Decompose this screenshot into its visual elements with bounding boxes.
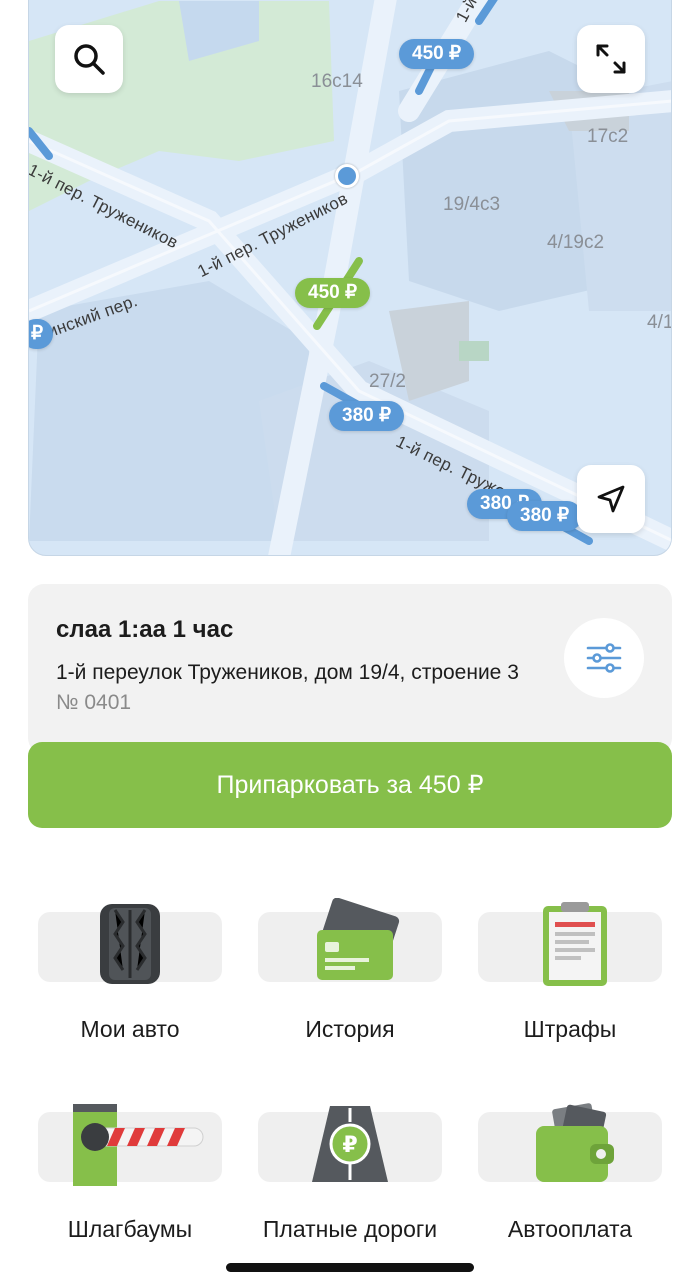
expand-icon bbox=[596, 44, 626, 74]
parking-info-card[interactable]: слаа 1:аа 1 час 1-й переулок Тружеников,… bbox=[28, 584, 672, 754]
price-marker-selected[interactable]: 450 ₽ bbox=[295, 278, 371, 308]
svg-text:₽: ₽ bbox=[342, 1133, 357, 1158]
tile-label: Мои авто bbox=[80, 1016, 180, 1042]
location-arrow-icon bbox=[597, 485, 625, 513]
tire-icon bbox=[100, 904, 160, 984]
parking-duration-title: слаа 1:аа 1 час bbox=[56, 616, 234, 643]
building-label: 17с2 bbox=[587, 126, 629, 147]
tile-label: Шлагбаумы bbox=[67, 1216, 193, 1242]
tile-label: Штрафы bbox=[523, 1016, 617, 1042]
tile-label: Платные дороги bbox=[262, 1216, 438, 1242]
building-label: 16с14 bbox=[311, 71, 363, 92]
clipboard-icon bbox=[543, 902, 607, 986]
search-icon bbox=[74, 44, 105, 75]
parking-address: 1-й переулок Тружеников, дом 19/4, строе… bbox=[56, 658, 536, 718]
home-indicator[interactable] bbox=[226, 1263, 474, 1272]
wallet-icon bbox=[536, 1103, 614, 1182]
building-label: 4/1 bbox=[647, 312, 672, 333]
parking-map[interactable]: 1-й пер. Тружеников 1-й пер. Тружеников … bbox=[28, 0, 672, 556]
park-button[interactable]: Припарковать за 450 ₽ bbox=[28, 742, 672, 828]
settings-button[interactable] bbox=[564, 618, 644, 698]
expand-map-button[interactable] bbox=[577, 25, 645, 93]
price-marker[interactable]: 380 ₽ bbox=[329, 401, 405, 431]
barrier-icon bbox=[73, 1104, 204, 1186]
toll-road-icon: ₽ bbox=[312, 1106, 388, 1182]
cards-icon bbox=[317, 898, 400, 980]
tile-label: Автооплата bbox=[507, 1216, 633, 1242]
building-label: 4/19с2 bbox=[547, 232, 605, 253]
search-button[interactable] bbox=[55, 25, 123, 93]
price-marker[interactable]: 450 ₽ bbox=[399, 39, 475, 69]
my-location-button[interactable] bbox=[577, 465, 645, 533]
user-location-pin bbox=[335, 164, 359, 188]
address-text: 1-й переулок Тружеников, дом 19/4, строе… bbox=[56, 661, 519, 684]
sliders-icon bbox=[586, 643, 622, 673]
building-label: 19/4с3 bbox=[443, 194, 501, 215]
building-label: 27/2 bbox=[369, 371, 406, 392]
tile-label: История bbox=[305, 1016, 395, 1042]
price-marker[interactable]: 380 ₽ bbox=[507, 501, 583, 531]
zone-number: № 0401 bbox=[56, 691, 132, 714]
